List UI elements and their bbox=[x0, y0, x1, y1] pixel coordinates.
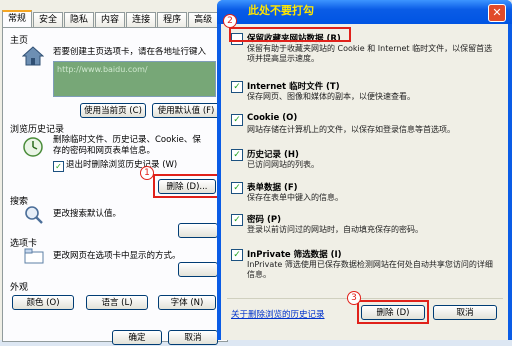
option-description: InPrivate 筛选使用已保存数据检测网站在何处自动共享您访问的详细信息。 bbox=[247, 260, 493, 279]
highlight-preserve-favorites bbox=[229, 27, 351, 42]
divider bbox=[227, 298, 503, 299]
appearance-heading: 外观 bbox=[10, 283, 29, 293]
form-data-checkbox[interactable]: ✓ bbox=[231, 182, 243, 194]
close-icon[interactable]: ✕ bbox=[488, 4, 506, 22]
use-default-button[interactable]: 使用默认值 (F) bbox=[152, 103, 220, 118]
house-icon bbox=[21, 46, 45, 66]
marker-2: 2 bbox=[223, 14, 237, 28]
tabs-description: 更改网页在选项卡中显示的方式。 bbox=[53, 251, 181, 261]
fonts-button[interactable]: 字体 (N) bbox=[158, 295, 216, 310]
option-temp-files: ✓ Internet 临时文件 (T) 保存网页、图像和媒体的副本，以便快速查看… bbox=[231, 80, 503, 114]
dialog-body: 保留收藏夹网站数据 (R) 保留有助于收藏夹网站的 Cookie 和 Inter… bbox=[221, 24, 508, 340]
option-title: InPrivate 筛选数据 (I) bbox=[247, 250, 342, 260]
option-title: Internet 临时文件 (T) bbox=[247, 82, 340, 92]
option-description: 保留有助于收藏夹网站的 Cookie 和 Internet 临时文件，以保留首选… bbox=[247, 44, 493, 63]
option-passwords: ✓ 密码 (P) 登录以前访问过的网站时，自动填充保存的密码。 bbox=[231, 213, 503, 243]
highlight-dialog-delete-button bbox=[357, 300, 429, 324]
tab-programs[interactable]: 程序 bbox=[157, 12, 188, 28]
option-title: 表单数据 (F) bbox=[247, 183, 298, 193]
about-deleting-history-link[interactable]: 关于删除浏览的历史记录 bbox=[231, 308, 325, 320]
tab-security[interactable]: 安全 bbox=[33, 12, 64, 28]
tab-privacy[interactable]: 隐私 bbox=[64, 12, 95, 28]
option-description: 网站存储在计算机上的文件，以保存如登录信息等首选项。 bbox=[247, 125, 455, 134]
home-heading: 主页 bbox=[10, 36, 29, 46]
tab-connections[interactable]: 连接 bbox=[126, 12, 157, 28]
tab-content[interactable]: 内容 bbox=[95, 12, 126, 28]
internet-options-window: 常规 安全 隐私 内容 连接 程序 高级 主页 若要创建主页选项卡，请在各地址行… bbox=[0, 0, 233, 345]
home-url-field[interactable]: http://www.baidu.com/ bbox=[53, 61, 216, 97]
search-description: 更改搜索默认值。 bbox=[53, 209, 122, 219]
tab-advanced[interactable]: 高级 bbox=[188, 12, 219, 28]
dialog-cancel-button[interactable]: 取消 bbox=[433, 305, 497, 320]
delete-on-exit-label: 退出时删除浏览历史记录 (W) bbox=[66, 160, 178, 170]
history-checkbox[interactable]: ✓ bbox=[231, 149, 243, 161]
history-clock-icon bbox=[22, 136, 44, 158]
option-title: 密码 (P) bbox=[247, 215, 281, 225]
search-settings-button[interactable] bbox=[178, 223, 218, 238]
cancel-button[interactable]: 取消 bbox=[168, 330, 218, 345]
option-description: 保存在表单中键入的信息。 bbox=[247, 193, 343, 202]
delete-history-dialog: ✕ 保留收藏夹网站数据 (R) 保留有助于收藏夹网站的 Cookie 和 Int… bbox=[217, 0, 512, 340]
option-cookies: ✓ Cookie (O) 网站存储在计算机上的文件，以保存如登录信息等首选项。 bbox=[231, 113, 503, 147]
annotation-note: 此处不要打勾 bbox=[248, 4, 314, 17]
option-description: 保存网页、图像和媒体的副本，以便快速查看。 bbox=[247, 92, 415, 101]
highlight-delete-button bbox=[153, 174, 220, 198]
option-inprivate-filtering: ✓ InPrivate 筛选数据 (I) InPrivate 筛选使用已保存数据… bbox=[231, 248, 503, 288]
history-heading: 浏览历史记录 bbox=[10, 125, 65, 135]
marker-1: 1 bbox=[140, 166, 154, 180]
tab-strip: 常规 安全 隐私 内容 连接 程序 高级 bbox=[2, 10, 219, 29]
use-current-button[interactable]: 使用当前页 (C) bbox=[80, 103, 146, 118]
tabs-section-icon bbox=[24, 248, 44, 264]
delete-on-exit-checkbox[interactable]: ✓ bbox=[53, 161, 64, 172]
marker-3: 3 bbox=[347, 291, 361, 305]
inprivate-checkbox[interactable]: ✓ bbox=[231, 249, 243, 261]
colors-button[interactable]: 颜色 (O) bbox=[12, 295, 74, 310]
ok-button[interactable]: 确定 bbox=[112, 330, 162, 345]
languages-button[interactable]: 语言 (L) bbox=[86, 295, 148, 310]
temp-files-checkbox[interactable]: ✓ bbox=[231, 81, 243, 93]
option-form-data: ✓ 表单数据 (F) 保存在表单中键入的信息。 bbox=[231, 181, 503, 211]
option-history: ✓ 历史记录 (H) 已访问网站的列表。 bbox=[231, 148, 503, 178]
home-description: 若要创建主页选项卡，请在各地址行键入 bbox=[53, 47, 207, 57]
cookies-checkbox[interactable]: ✓ bbox=[231, 114, 243, 126]
tabs-settings-button[interactable] bbox=[178, 262, 218, 277]
passwords-checkbox[interactable]: ✓ bbox=[231, 214, 243, 226]
option-title: Cookie (O) bbox=[247, 113, 298, 123]
option-description: 登录以前访问过的网站时，自动填充保存的密码。 bbox=[247, 225, 423, 234]
history-description: 删除临时文件、历史记录、Cookie、保存的密码和网页表单信息。 bbox=[53, 135, 201, 156]
search-magnifier-icon bbox=[24, 205, 44, 225]
option-title: 历史记录 (H) bbox=[247, 150, 299, 160]
option-description: 已访问网站的列表。 bbox=[247, 160, 319, 169]
